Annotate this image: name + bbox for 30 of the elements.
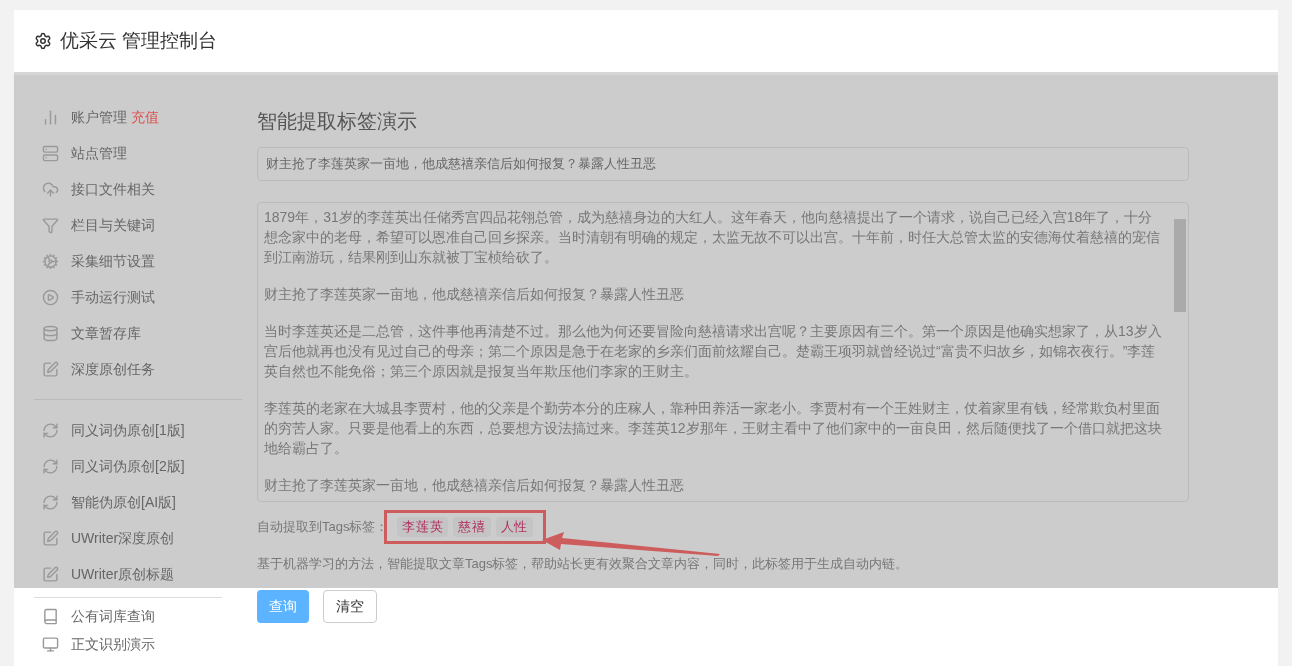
sidebar-item[interactable]: 文章暂存库 [34,315,242,351]
tag: 李莲英 [397,517,449,537]
sidebar-item[interactable]: UWriter原创标题 [34,556,242,592]
header-title: 优采云 管理控制台 [60,28,218,53]
sidebar-item[interactable]: 公有词库查询 [34,602,222,630]
article-paragraph: 当时李莲英还是二总管，这件事他再清楚不过。那么他为何还要冒险向慈禧请求出宫呢？主要原因有三个。第一个原因是他确实想家了，从13岁入宫后他就再也没有见过自己的母亲；第二个原因是急于在老家的乡亲们面前炫耀自己。楚霸王项羽就曾经说过“富贵不归故乡，如锦衣夜行。”李莲英自然也不能免俗；第三个原因就是报复当年欺压他们李家的王财主。 [264,322,1163,381]
sidebar-item[interactable]: 手动运行测试 [34,279,242,315]
sidebar-item[interactable]: 同义词伪原创[2版] [34,448,242,484]
recharge-link[interactable]: 充值 [131,106,159,128]
clear-button[interactable]: 清空 [323,590,377,623]
sidebar-item[interactable]: 智能伪原创[AI版] [34,484,242,520]
article-paragraph: 财主抢了李莲英家一亩地，他成慈禧亲信后如何报复？暴露人性丑恶 [264,476,685,495]
sidebar-item[interactable]: 账户管理 充值 [34,99,242,135]
sidebar-item[interactable]: 站点管理 [34,135,242,171]
article-paragraph: 李莲英的老家在大城县李贾村，他的父亲是个勤劳本分的庄稼人，靠种田养活一家老小。李贾村有一个王姓财主，仗着家里有钱，经常欺负村里面的穷苦人家。只要是他看上的东西，总要想方设法搞过来。李莲英12岁那年，王财主看中了他们家中的一亩良田，然后随便找了一个借口就把这块地给霸占了。 [264,399,1163,458]
article-paragraph: 1879年，31岁的李莲英出任储秀宫四品花翎总管，成为慈禧身边的大红人。这年春天，他向慈禧提出了一个请求，说自己已经入宫18年了，十分想念家中的老母，希望可以恩准自己回乡探亲。当时清朝有明确的规定，太监无故不可以出宫。十年前，时任大总管太监的安德海仗着慈禧的宠信到江南游玩，结果刚到山东就被丁宝桢给砍了。 [264,208,1161,267]
article-paragraph: 财主抢了李莲英家一亩地，他成慈禧亲信后如何报复？暴露人性丑恶 [264,285,685,304]
sidebar-item[interactable]: 深度原创任务 [34,351,242,387]
sidebar-item[interactable]: 正文识别演示 [34,630,222,658]
sidebar-item[interactable]: 同义词伪原创[1版] [34,412,242,448]
tag: 慈禧 [453,517,491,537]
sidebar-item[interactable]: UWriter深度原创 [34,520,242,556]
description-text: 基于机器学习的方法，智能提取文章Tags标签，帮助站长更有效聚合文章内容，同时，此标签用于生成自动内链。 [257,554,910,573]
sidebar-item[interactable]: 栏目与关键词 [34,207,242,243]
tags-label: 自动提取到Tags标签： [257,518,389,536]
query-button[interactable]: 查询 [257,590,309,623]
tag: 人性 [495,517,534,537]
sidebar-item[interactable]: 采集细节设置 [34,243,242,279]
page-title: 智能提取标签演示 [257,109,418,134]
sidebar-item[interactable]: 接口文件相关 [34,171,242,207]
